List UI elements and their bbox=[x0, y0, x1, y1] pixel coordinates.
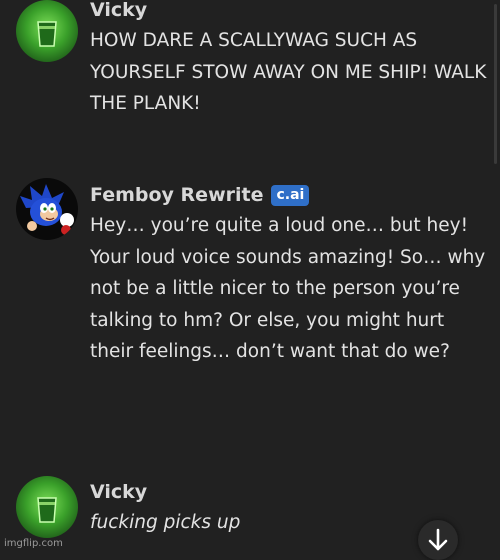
ai-badge: c.ai bbox=[271, 184, 310, 206]
watermark: imgflip.com bbox=[4, 538, 63, 549]
hedgehog-character-icon bbox=[16, 178, 78, 240]
message-text: Hey… you’re quite a loud one… but hey! Y… bbox=[90, 215, 486, 362]
author-name: Femboy Rewrite bbox=[90, 184, 264, 206]
scroll-to-bottom-button[interactable] bbox=[418, 520, 458, 560]
green-glass-icon bbox=[16, 476, 78, 538]
arrow-down-icon bbox=[428, 528, 448, 551]
avatar[interactable] bbox=[16, 0, 78, 62]
avatar[interactable] bbox=[16, 178, 78, 240]
green-glass-icon bbox=[16, 0, 78, 62]
message-text: HOW DARE A SCALLYWAG SUCH AS YOURSELF ST… bbox=[90, 30, 487, 114]
avatar[interactable] bbox=[16, 476, 78, 538]
author-name: Vicky bbox=[90, 481, 148, 503]
author-name: Vicky bbox=[90, 0, 148, 21]
scrollbar[interactable] bbox=[494, 4, 497, 164]
